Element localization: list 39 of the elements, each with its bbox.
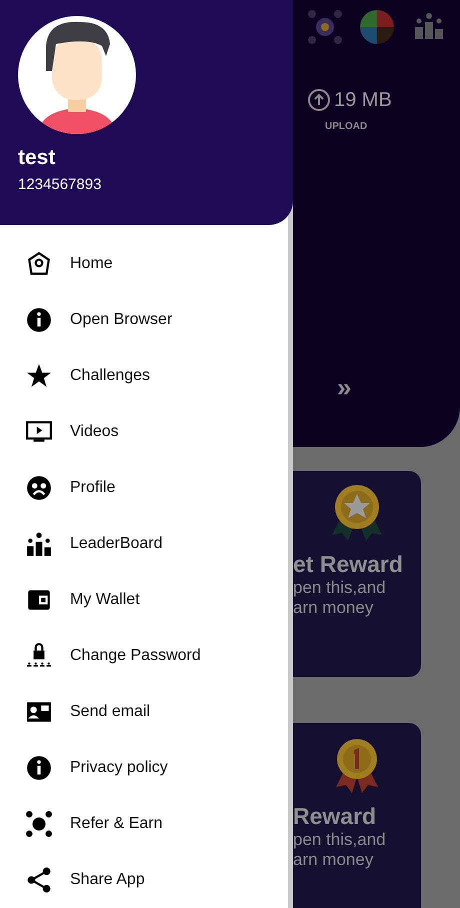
face-icon	[26, 475, 52, 501]
upload-icon	[307, 88, 331, 112]
menu-item[interactable]: Send email	[0, 684, 288, 740]
info-icon	[26, 755, 52, 781]
menu-item[interactable]: Profile	[0, 460, 288, 516]
medal-icon	[330, 485, 384, 541]
reward-card[interactable]: et Reward pen this,and arn money	[293, 471, 421, 677]
menu-item[interactable]: Videos	[0, 404, 288, 460]
menu-item[interactable]: Open Browser	[0, 292, 288, 348]
card-text: pen this,and	[293, 830, 386, 850]
menu-item[interactable]: Challenges	[0, 348, 288, 404]
card-text: pen this,and	[293, 578, 386, 598]
share-icon	[26, 867, 52, 893]
menu-item[interactable]: LeaderBoard	[0, 516, 288, 572]
podium-icon	[26, 531, 52, 557]
info-icon	[26, 307, 52, 333]
video-icon	[26, 419, 52, 445]
menu-item[interactable]: Change Password	[0, 628, 288, 684]
menu-item[interactable]: Share App	[0, 852, 288, 908]
card-text: arn money	[293, 598, 374, 618]
user-name: test	[18, 146, 56, 170]
upload-value: 19 MB	[334, 88, 392, 112]
reward-card[interactable]: Reward pen this,and arn money	[293, 723, 421, 908]
network-icon	[26, 811, 52, 837]
more-arrows[interactable]: »	[337, 374, 352, 400]
menu-item[interactable]: Home	[0, 236, 288, 292]
user-phone: 1234567893	[18, 176, 102, 193]
wheel-icon[interactable]	[359, 9, 395, 45]
star-icon	[26, 363, 52, 389]
menu-item[interactable]: Privacy policy	[0, 740, 288, 796]
card-text: arn money	[293, 850, 374, 870]
card-title: Reward	[293, 803, 376, 830]
network-icon[interactable]	[307, 9, 343, 45]
lock-icon	[26, 643, 52, 669]
menu-item[interactable]: My Wallet	[0, 572, 288, 628]
menu-item[interactable]: Refer & Earn	[0, 796, 288, 852]
house-icon	[26, 251, 52, 277]
card-title: et Reward	[293, 551, 403, 578]
upload-label: UPLOAD	[325, 121, 368, 132]
